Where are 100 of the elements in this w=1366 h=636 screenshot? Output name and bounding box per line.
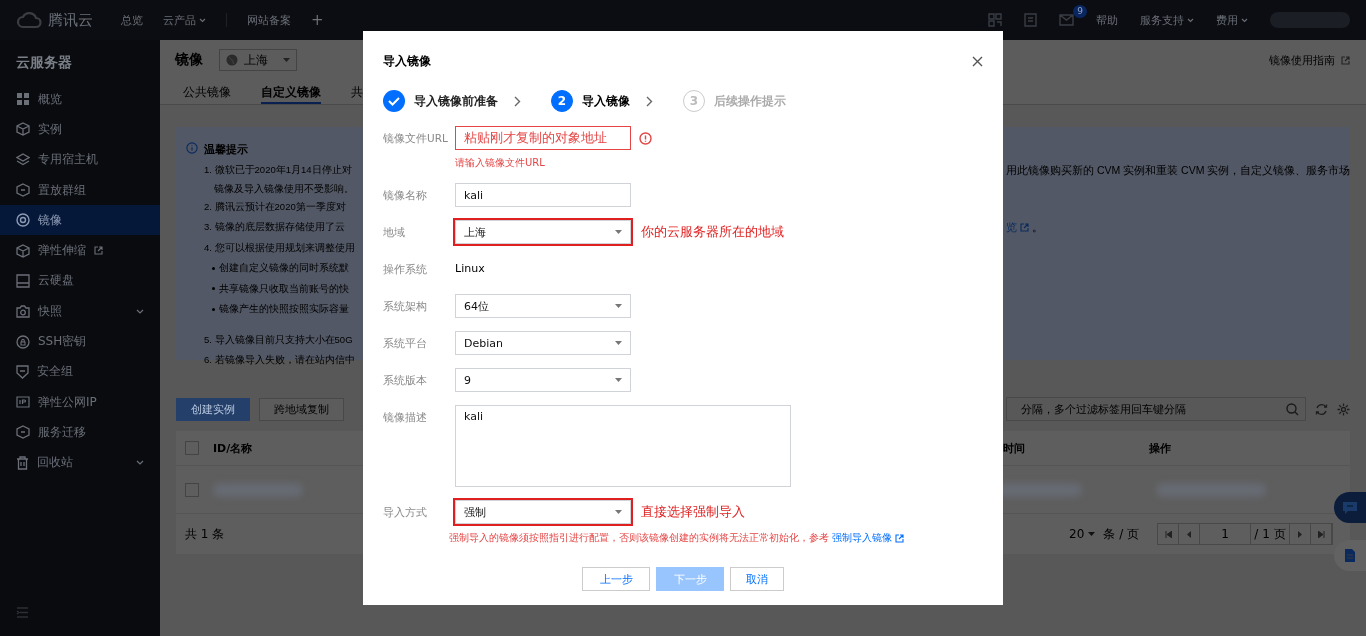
logo-text[interactable]: 腾讯云 <box>48 10 93 30</box>
notice-title: 温馨提示 <box>204 142 249 157</box>
dropdown-select[interactable]: 上海 <box>455 220 631 244</box>
step-number: 2 <box>551 90 573 112</box>
cube-icon <box>16 122 30 137</box>
chevron-right-icon <box>646 95 653 107</box>
field-label: 操作系统 <box>383 262 428 277</box>
sidebar-item[interactable]: 弹性伸缩 <box>0 235 160 266</box>
nav-link[interactable]: 云产品 <box>163 12 206 28</box>
toolbar-button[interactable]: 跨地域复制 <box>259 397 344 421</box>
top-link[interactable]: 服务支持 <box>1140 12 1194 28</box>
page-size-select[interactable]: 20 <box>1069 527 1096 541</box>
text-field[interactable]: 粘贴刚才复制的对象地址 <box>455 126 631 150</box>
add-link[interactable]: + <box>311 11 324 29</box>
globe-icon <box>226 54 238 66</box>
checkbox[interactable] <box>185 482 199 497</box>
dropdown-select[interactable]: 强制 <box>455 500 631 524</box>
qr-code-icon[interactable] <box>988 13 1002 27</box>
sidebar-title: 云服务器 <box>15 53 73 72</box>
dropdown-select[interactable]: 64位 <box>455 294 631 318</box>
hexagon-icon <box>16 183 30 198</box>
dialog-button[interactable]: 上一步 <box>582 567 650 591</box>
collapse-menu-icon[interactable] <box>16 607 29 618</box>
help-link[interactable]: 强制导入镜像 <box>832 532 892 545</box>
field-label: 系统架构 <box>383 299 428 314</box>
document-button[interactable] <box>1334 540 1366 571</box>
last-page-icon <box>1317 530 1325 538</box>
grid-icon <box>16 92 30 107</box>
notice-text: 4. 您可以根据使用规划来调整使用 <box>204 240 355 255</box>
sidebar-item[interactable]: 回收站 <box>0 447 160 478</box>
notice-text: 创建自定义镜像的同时系统默 <box>219 261 349 276</box>
guide-link[interactable]: 镜像使用指南 <box>1269 52 1335 68</box>
sidebar-item[interactable]: 服务迁移 <box>0 417 160 448</box>
top-link[interactable]: 费用 <box>1216 12 1248 28</box>
cube-icon <box>16 243 30 258</box>
sidebar-item[interactable]: 云硬盘 <box>0 265 160 297</box>
total-count: 共 1 条 <box>185 525 225 543</box>
column-header: ID/名称 <box>213 440 253 456</box>
sidebar-item[interactable]: 置放群组 <box>0 174 160 206</box>
page-input[interactable]: 1 <box>1200 524 1251 544</box>
top-link[interactable]: 帮助 <box>1096 12 1118 28</box>
page-total: / 1 页 <box>1251 524 1290 544</box>
sidebar-item[interactable]: 镜像 <box>0 205 160 236</box>
mail-icon[interactable] <box>1059 14 1074 26</box>
chevron-down-icon <box>199 17 206 23</box>
notice-text: 1. 微软已于2020年1月14日停止对 <box>204 163 352 178</box>
hexagon-icon <box>16 425 30 440</box>
trash-icon <box>16 455 29 470</box>
column-header: 操作 <box>1149 440 1171 456</box>
chat-button[interactable] <box>1334 492 1366 523</box>
text-field[interactable]: kali <box>455 183 631 207</box>
field-label: 系统版本 <box>383 373 428 388</box>
triangle-left-icon <box>1187 530 1191 538</box>
external-link-icon <box>1020 222 1029 232</box>
target-icon <box>16 213 30 228</box>
sidebar-item[interactable]: SSH密钥 <box>0 326 160 357</box>
document-icon[interactable] <box>1024 13 1037 27</box>
external-link-icon <box>1341 55 1350 65</box>
tab[interactable]: 公共镜像 <box>183 80 231 104</box>
sidebar-item[interactable]: 快照 <box>0 296 160 327</box>
notice-text: 3. 镜像的底层数据存储使用了云 <box>204 220 345 235</box>
nav-link[interactable]: 网站备案 <box>247 12 291 28</box>
per-page-label: 条 / 页 <box>1103 525 1139 543</box>
chevron-down-icon <box>1187 17 1194 23</box>
notification-badge: 9 <box>1073 5 1087 18</box>
sidebar-item[interactable]: 概览 <box>0 84 160 115</box>
toolbar-button[interactable]: 创建实例 <box>176 397 250 421</box>
notice-text: 镜像及导入镜像使用不受影响。 <box>214 181 354 196</box>
dropdown-select[interactable]: Debian <box>455 331 631 355</box>
notice-text: 共享镜像只收取当前账号的快 <box>219 281 349 296</box>
region-select[interactable]: 上海 <box>219 49 297 71</box>
search-field[interactable]: 分隔，多个过滤标签用回车键分隔 <box>1006 397 1306 421</box>
shield-icon <box>16 364 29 379</box>
document-icon <box>1344 548 1356 563</box>
info-icon <box>186 142 198 154</box>
warning-note: 强制导入的镜像须按照指引进行配置，否则该镜像创建的实例将无法正常初始化，参考 <box>449 532 829 545</box>
column-header: 时间 <box>1003 440 1025 456</box>
chevron-down-icon <box>136 460 144 466</box>
dropdown-select[interactable]: 9 <box>455 368 631 392</box>
error-message: 请输入镜像文件URL <box>455 156 546 170</box>
sidebar-item[interactable]: 安全组 <box>0 356 160 387</box>
step-label: 导入镜像 <box>582 93 630 109</box>
sidebar-item[interactable]: 弹性公网IP <box>0 386 160 418</box>
search-icon <box>1286 402 1299 416</box>
tab[interactable]: 自定义镜像 <box>261 80 321 104</box>
close-icon[interactable] <box>972 56 983 67</box>
settings-icon[interactable] <box>1337 402 1350 416</box>
nav-link[interactable]: 总览 <box>121 12 143 28</box>
step-label: 导入镜像前准备 <box>414 93 498 109</box>
dialog-button[interactable]: 取消 <box>730 567 784 591</box>
sidebar-item[interactable]: 专用宿主机 <box>0 144 160 175</box>
field-label: 镜像描述 <box>383 410 428 425</box>
tab[interactable]: 共 <box>351 80 363 104</box>
text-area[interactable]: kali <box>455 405 791 487</box>
triangle-right-icon <box>1298 530 1302 538</box>
caret-down-icon <box>615 341 622 345</box>
checkbox[interactable] <box>185 441 199 455</box>
ip-icon <box>16 396 30 409</box>
refresh-icon[interactable] <box>1315 402 1328 416</box>
sidebar-item[interactable]: 实例 <box>0 114 160 145</box>
